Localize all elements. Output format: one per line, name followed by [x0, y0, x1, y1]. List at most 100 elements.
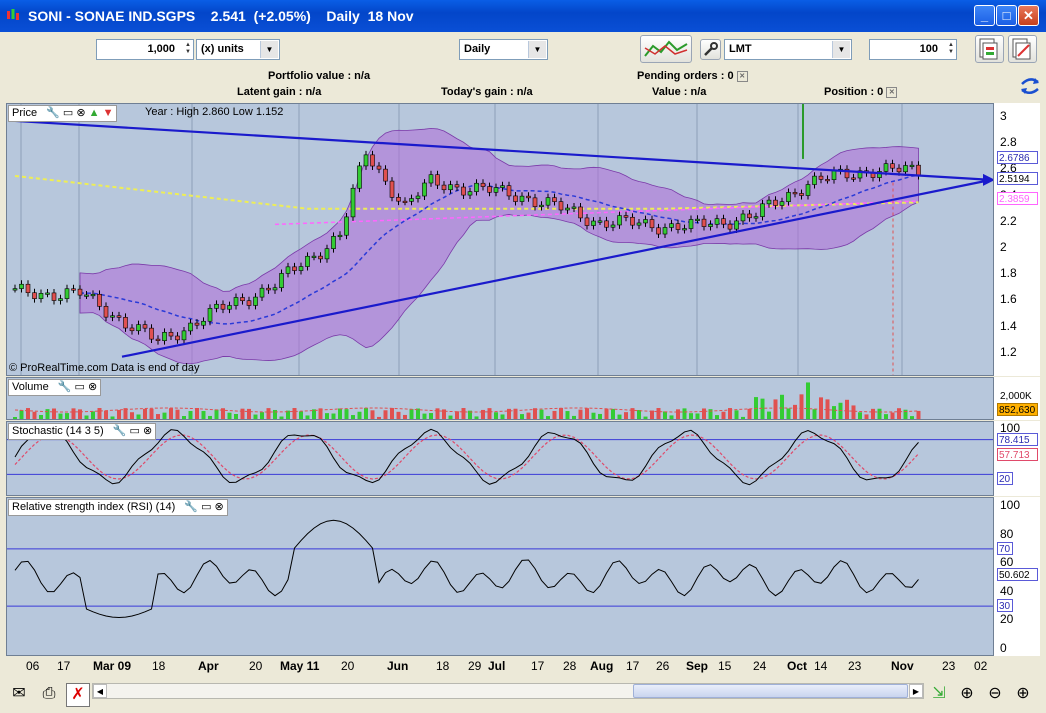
- delete-icon[interactable]: ✗: [66, 683, 90, 707]
- candle-body: [805, 184, 811, 196]
- rsi-panel[interactable]: Relative strength index (RSI) (14) 🔧 ▭ ⊗: [6, 497, 994, 656]
- close-icon[interactable]: ✕: [886, 86, 898, 98]
- volume-panel[interactable]: Volume 🔧 ▭ ⊗: [6, 377, 994, 420]
- print-icon[interactable]: ⎙: [38, 683, 60, 705]
- close-icon[interactable]: ⊗: [76, 107, 85, 119]
- value: Value : n/a: [652, 86, 707, 98]
- close-button[interactable]: ✕: [1018, 5, 1039, 26]
- volume-bar: [305, 415, 310, 419]
- quantity-stepper[interactable]: 1,000 ▲ ▼: [96, 39, 194, 60]
- volume-bar: [916, 410, 921, 419]
- rsi-tick: 100: [1000, 498, 1021, 512]
- email-icon[interactable]: ✉: [8, 683, 30, 705]
- volume-bar: [747, 408, 752, 419]
- price-value-label: 2.6786: [997, 151, 1038, 164]
- move-down-icon[interactable]: ▼: [103, 107, 114, 119]
- candle-body: [818, 175, 824, 180]
- rsi-axis: 100806050402007050.60230: [994, 497, 1040, 656]
- wrench-icon[interactable]: 🔧: [58, 381, 72, 393]
- date-tick: May 11: [280, 659, 320, 673]
- volume-axis: 2,000K 852,630: [994, 377, 1040, 420]
- maximize-button[interactable]: □: [996, 5, 1017, 26]
- volume-bar: [890, 412, 895, 419]
- candle-body: [519, 195, 525, 202]
- units-select[interactable]: (x) units ▼: [196, 39, 280, 60]
- candle-body: [389, 180, 395, 198]
- minimize-button[interactable]: _: [974, 5, 995, 26]
- rsi-tick: 80: [1000, 526, 1014, 541]
- stochastic-k-label: 78.415: [997, 433, 1038, 446]
- horizontal-scrollbar[interactable]: ◀ ▶: [92, 683, 924, 699]
- wrench-icon[interactable]: 🔧: [184, 501, 198, 513]
- chevron-down-icon[interactable]: ▼: [528, 41, 546, 58]
- date-tick: Sep: [686, 659, 709, 673]
- date-tick: 15: [718, 659, 732, 673]
- volume-bar: [715, 415, 719, 419]
- volume-bar: [845, 399, 849, 419]
- volume-bar: [617, 414, 622, 419]
- limit-stepper[interactable]: 100 ▲ ▼: [869, 39, 957, 60]
- window-icon[interactable]: ▭: [75, 381, 85, 393]
- volume-bar: [97, 408, 102, 419]
- zoom-in-icon[interactable]: ⊕: [1012, 683, 1034, 705]
- zoom-out-icon[interactable]: ⊖: [984, 683, 1006, 705]
- wrench-icon[interactable]: 🔧: [46, 107, 60, 119]
- stochastic-panel-header: Stochastic (14 3 5) 🔧 ▭ ⊗: [8, 423, 157, 440]
- wrench-icon[interactable]: 🔧: [113, 425, 127, 437]
- candle-body: [253, 296, 258, 306]
- period-select-value: Daily: [464, 43, 491, 55]
- date-tick: 23: [942, 659, 956, 673]
- volume-tick: 2,000K: [1000, 391, 1032, 402]
- candle-body: [428, 174, 434, 184]
- chart-indicators-button[interactable]: [640, 35, 692, 63]
- candle-body: [201, 320, 206, 326]
- stepper-arrows-icon[interactable]: ▲ ▼: [181, 42, 191, 56]
- volume-chart: [13, 382, 921, 419]
- scrollbar-thumb[interactable]: [633, 684, 908, 698]
- close-icon[interactable]: ✕: [736, 70, 748, 82]
- volume-bar: [591, 412, 596, 419]
- candle-body: [84, 294, 89, 297]
- stochastic-panel[interactable]: Stochastic (14 3 5) 🔧 ▭ ⊗: [6, 421, 994, 496]
- move-up-icon[interactable]: ▲: [89, 107, 100, 119]
- candle-body: [851, 177, 856, 180]
- close-icon[interactable]: ⊗: [143, 425, 152, 437]
- sell-order-button[interactable]: [1008, 35, 1037, 63]
- candle-body: [402, 200, 408, 203]
- chevron-down-icon[interactable]: ▼: [832, 41, 850, 58]
- date-tick: 17: [626, 659, 640, 673]
- rsi-value-label: 70: [997, 541, 1013, 555]
- candle-body: [142, 324, 148, 329]
- price-chart: [12, 104, 993, 375]
- volume-bar: [292, 408, 297, 419]
- candle-body: [396, 197, 401, 202]
- zoom-select-icon[interactable]: ⊕: [956, 683, 978, 705]
- stepper-arrows-icon[interactable]: ▲ ▼: [944, 42, 954, 56]
- refresh-arrows-icon[interactable]: [1018, 76, 1042, 96]
- candle-body: [903, 165, 908, 173]
- volume-bar: [58, 413, 63, 419]
- chevron-down-icon[interactable]: ▼: [260, 41, 278, 58]
- window-icon[interactable]: ▭: [63, 107, 73, 119]
- window-icon[interactable]: ▭: [201, 501, 211, 513]
- scroll-left-icon[interactable]: ◀: [93, 684, 107, 698]
- order-type-select[interactable]: LMT ▼: [724, 39, 852, 60]
- buy-order-button[interactable]: [975, 35, 1004, 63]
- year-range-info: Year : High 2.860 Low 1.152: [145, 106, 284, 118]
- volume-bar: [650, 410, 654, 419]
- volume-bar: [858, 412, 862, 419]
- period-select[interactable]: Daily ▼: [459, 39, 548, 60]
- volume-bar: [819, 397, 823, 419]
- window-icon[interactable]: ▭: [130, 425, 140, 437]
- close-icon[interactable]: ⊗: [88, 381, 97, 393]
- close-icon[interactable]: ⊗: [215, 501, 224, 513]
- candle-body: [129, 327, 135, 332]
- auto-scroll-icon[interactable]: ⇲: [928, 683, 950, 705]
- order-settings-button[interactable]: [700, 39, 721, 60]
- units-select-value: (x) units: [201, 43, 244, 55]
- candle-body: [760, 203, 765, 217]
- volume-bar: [32, 411, 37, 419]
- scroll-right-icon[interactable]: ▶: [909, 684, 923, 698]
- volume-bar: [695, 413, 700, 419]
- price-panel[interactable]: Price 🔧 ▭ ⊗ ▲ ▼ Year : High 2.860 Low 1.…: [6, 103, 994, 376]
